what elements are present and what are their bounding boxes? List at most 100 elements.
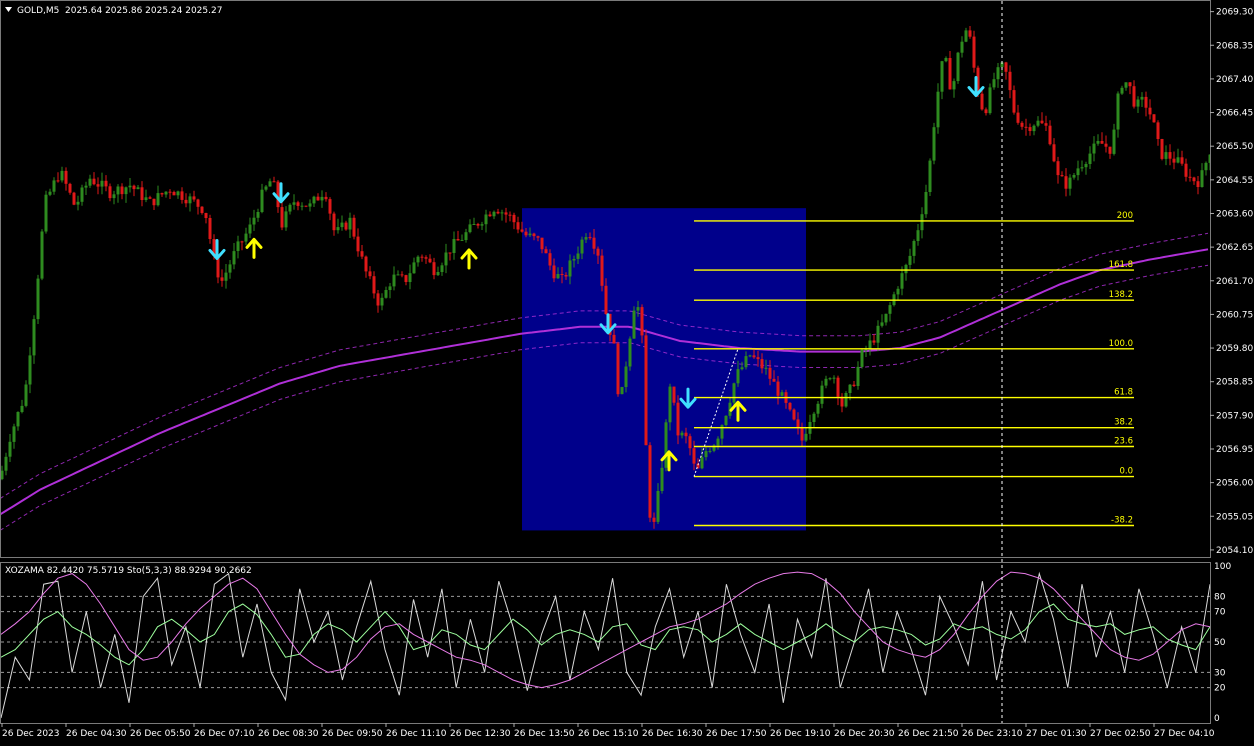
candle-body bbox=[860, 349, 864, 367]
indicator-tick-label: 30 bbox=[1214, 668, 1226, 678]
candle-body bbox=[708, 450, 712, 452]
candle-body bbox=[776, 381, 780, 396]
trading-chart[interactable]: 200 161.8 138.2 100.0 61.8 38.2 23.6 0.0 -38.2 2… bbox=[0, 0, 1254, 742]
price-tick-label: 2060.75 bbox=[1216, 310, 1253, 320]
candle-body bbox=[1140, 96, 1144, 100]
candle-body bbox=[64, 170, 68, 184]
candle-body bbox=[1160, 139, 1164, 159]
time-tick-label: 26 Dec 16:30 bbox=[642, 729, 703, 739]
candle-body bbox=[716, 438, 720, 446]
ohlc-label: 2025.64 2025.86 2025.24 2025.27 bbox=[65, 6, 222, 16]
candle-body bbox=[932, 127, 936, 161]
candle-body bbox=[872, 340, 876, 343]
candle-body bbox=[1040, 120, 1044, 124]
candle-body bbox=[1120, 87, 1124, 94]
candle-body bbox=[1192, 177, 1196, 182]
candle-body bbox=[136, 187, 140, 190]
candle-body bbox=[508, 214, 512, 216]
candle-body bbox=[1168, 152, 1172, 159]
candle-body bbox=[172, 192, 176, 196]
candle-body bbox=[408, 273, 412, 282]
candle-body bbox=[988, 87, 992, 114]
candle-body bbox=[120, 186, 124, 195]
fib-level-label: 161.8 bbox=[1109, 260, 1133, 270]
candle-body bbox=[268, 181, 272, 187]
candle-body bbox=[340, 222, 344, 228]
candle-body bbox=[992, 79, 996, 88]
candle-body bbox=[116, 186, 120, 195]
candle-body bbox=[524, 231, 528, 236]
candle-body bbox=[820, 385, 824, 404]
candle-body bbox=[368, 271, 372, 277]
candle-body bbox=[780, 392, 784, 396]
candle-body bbox=[1028, 127, 1032, 131]
candle-body bbox=[440, 265, 444, 272]
candle-body bbox=[52, 180, 56, 192]
price-tick-label: 2068.35 bbox=[1216, 41, 1253, 51]
candle-body bbox=[896, 288, 900, 295]
candle-body bbox=[612, 334, 616, 344]
candle-body bbox=[4, 456, 8, 471]
candle-body bbox=[788, 402, 792, 410]
candle-body bbox=[956, 52, 960, 81]
candle-body bbox=[732, 383, 736, 403]
symbol-label: GOLD,M5 bbox=[17, 6, 59, 16]
candle-body bbox=[1068, 177, 1072, 189]
candle-body bbox=[180, 191, 184, 200]
candle-body bbox=[1060, 175, 1064, 177]
candle-body bbox=[752, 355, 756, 358]
candle-body bbox=[1044, 123, 1048, 126]
candle-body bbox=[616, 343, 620, 395]
candle-body bbox=[848, 384, 852, 393]
candle-body bbox=[576, 253, 580, 259]
candle-body bbox=[800, 427, 804, 441]
chart-canvas[interactable]: 200161.8138.2100.061.838.223.60.0-38.2 2… bbox=[0, 0, 1254, 742]
candle-body bbox=[804, 433, 808, 441]
candle-body bbox=[916, 230, 920, 241]
price-tick-label: 2059.80 bbox=[1216, 344, 1253, 354]
candle-body bbox=[324, 196, 328, 200]
candle-body bbox=[624, 366, 628, 387]
indicator-header-label: XOZAMA 82.4420 75.5719 Sto(5,3,3) 88.929… bbox=[5, 566, 252, 576]
candle-body bbox=[760, 359, 764, 369]
candle-body bbox=[984, 109, 988, 114]
candle-body bbox=[1032, 125, 1036, 132]
candle-body bbox=[304, 205, 308, 207]
candle-body bbox=[580, 239, 584, 254]
candle-body bbox=[1200, 170, 1204, 187]
candle-body bbox=[1164, 152, 1168, 159]
candle-body bbox=[748, 355, 752, 357]
candle-body bbox=[400, 274, 404, 276]
indicator-tick-label: 100 bbox=[1214, 562, 1231, 572]
candle-body bbox=[972, 36, 976, 68]
candle-body bbox=[520, 229, 524, 232]
price-tick-label: 2054.10 bbox=[1216, 546, 1253, 556]
candle-body bbox=[1096, 141, 1100, 144]
candle-body bbox=[476, 224, 480, 226]
candle-body bbox=[436, 272, 440, 276]
candle-body bbox=[656, 491, 660, 522]
candle-body bbox=[740, 367, 744, 370]
candle-body bbox=[244, 233, 248, 242]
time-tick-label: 26 Dec 21:50 bbox=[898, 729, 959, 739]
candle-body bbox=[900, 273, 904, 289]
candle-body bbox=[832, 377, 836, 379]
candle-body bbox=[92, 178, 96, 185]
candle-body bbox=[196, 199, 200, 207]
candle-body bbox=[912, 241, 916, 256]
candle-body bbox=[1156, 122, 1160, 139]
candle-body bbox=[640, 307, 644, 336]
candle-body bbox=[596, 248, 600, 256]
candle-body bbox=[664, 422, 668, 468]
candle-body bbox=[920, 214, 924, 231]
price-tick-label: 2066.45 bbox=[1216, 109, 1253, 119]
candle-body bbox=[772, 378, 776, 382]
candle-body bbox=[1092, 143, 1096, 154]
candle-body bbox=[968, 30, 972, 37]
candle-body bbox=[176, 191, 180, 196]
candle-body bbox=[744, 356, 748, 368]
candle-body bbox=[424, 257, 428, 259]
candle-body bbox=[928, 160, 932, 192]
candle-body bbox=[844, 393, 848, 407]
candle-body bbox=[644, 335, 648, 446]
